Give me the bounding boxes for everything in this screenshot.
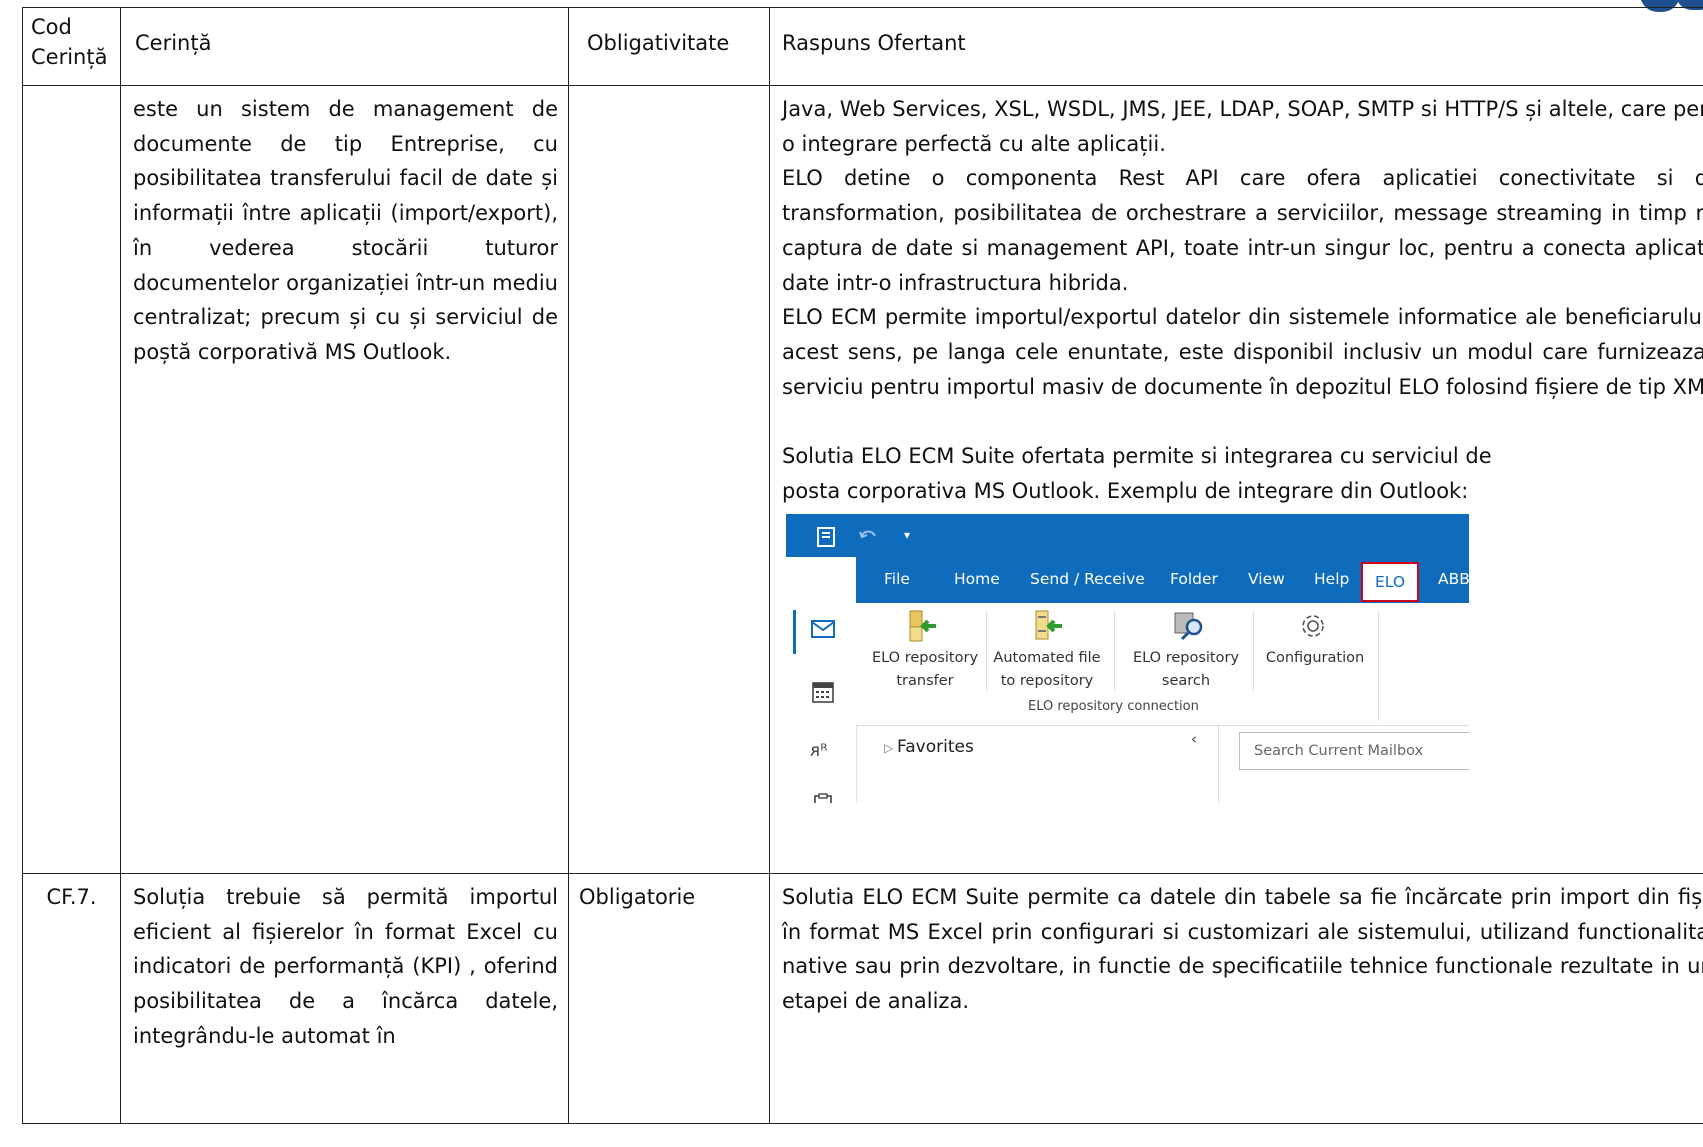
calendar-icon[interactable] (812, 681, 834, 704)
people-icon[interactable]: ᴙᴿ (810, 741, 828, 761)
cell-cod (22, 85, 121, 874)
undo-icon[interactable] (858, 528, 878, 544)
outlook-titlebar: ▾ (786, 514, 1469, 558)
table-header-row: Cod Cerință Cerință Obligativitate Raspu… (22, 7, 1703, 86)
quick-access-dropdown-icon[interactable]: ▾ (904, 528, 910, 542)
collapse-chevron-icon[interactable]: ‹ (1191, 730, 1197, 748)
outlook-nav-rail: ᴙᴿ (786, 557, 857, 804)
header-obligativitate: Obligativitate (568, 7, 770, 86)
search-input[interactable]: Search Current Mailbox (1239, 732, 1469, 771)
requirements-table: Cod Cerință Cerință Obligativitate Raspu… (22, 7, 1703, 1124)
table-row: este un sistem de management de document… (22, 85, 1703, 874)
raspuns-paragraph: Solutia ELO ECM Suite ofertata permite s… (782, 444, 1492, 503)
raspuns-paragraph: Java, Web Services, XSL, WSDL, JMS, JEE,… (782, 97, 1703, 156)
cell-cerinta: Soluția trebuie să permită importul efic… (120, 873, 569, 1124)
ribbon-tabs: File Home Send / Receive Folder View Hel… (856, 557, 1469, 604)
favorites-folder[interactable]: ▷ Favorites (884, 737, 974, 757)
header-cod: Cod Cerință (22, 7, 121, 86)
cell-raspuns: Solutia ELO ECM Suite permite ca datele … (769, 873, 1703, 1124)
tab-folder[interactable]: Folder (1170, 570, 1218, 588)
cell-obligativitate: Obligatorie (568, 873, 770, 1124)
tab-home[interactable]: Home (954, 570, 1000, 588)
cell-raspuns: Java, Web Services, XSL, WSDL, JMS, JEE,… (769, 85, 1703, 874)
automated-file-to-repository-button[interactable]: Automated file to repository (990, 647, 1104, 693)
tab-abbyy[interactable]: ABBYY (1438, 570, 1469, 588)
mail-icon[interactable] (811, 619, 835, 639)
tab-help[interactable]: Help (1314, 570, 1349, 588)
tab-send-receive[interactable]: Send / Receive (1030, 570, 1145, 588)
ribbon-panel: ELO repository transfer Automated file to … (856, 603, 1469, 727)
automated-file-icon (1035, 610, 1062, 640)
tab-view[interactable]: View (1248, 570, 1285, 588)
elo-repository-transfer-button[interactable]: ELO repository transfer (870, 647, 980, 693)
cell-cerinta: este un sistem de management de document… (120, 85, 569, 874)
elo-repository-search-button[interactable]: ELO repository search (1124, 647, 1248, 693)
cell-cod: CF.7. (22, 873, 121, 1124)
table-row: CF.7. Soluția trebuie să permită importu… (22, 873, 1703, 1124)
cell-obligativitate (568, 85, 770, 874)
header-raspuns: Raspuns Ofertant (769, 7, 1703, 86)
raspuns-paragraph: ELO ECM permite importul/exportul datelo… (782, 305, 1703, 399)
tab-elo[interactable]: ELO (1361, 562, 1419, 603)
outlook-app-icon (817, 527, 835, 548)
tasks-icon[interactable] (813, 793, 833, 804)
gear-icon (1302, 615, 1324, 638)
repository-transfer-icon (909, 610, 936, 642)
configuration-button[interactable]: Configuration (1260, 647, 1370, 670)
repository-search-icon (1174, 612, 1203, 641)
ribbon-group-label: ELO repository connection (1028, 699, 1199, 715)
raspuns-paragraph: ELO detine o componenta Rest API care of… (782, 166, 1703, 295)
tab-file[interactable]: File (884, 570, 910, 588)
outlook-screenshot: ▾ ᴙᴿ File Home Send / Receive Folder Vie… (786, 514, 1469, 804)
header-cerinta: Cerință (120, 7, 569, 86)
